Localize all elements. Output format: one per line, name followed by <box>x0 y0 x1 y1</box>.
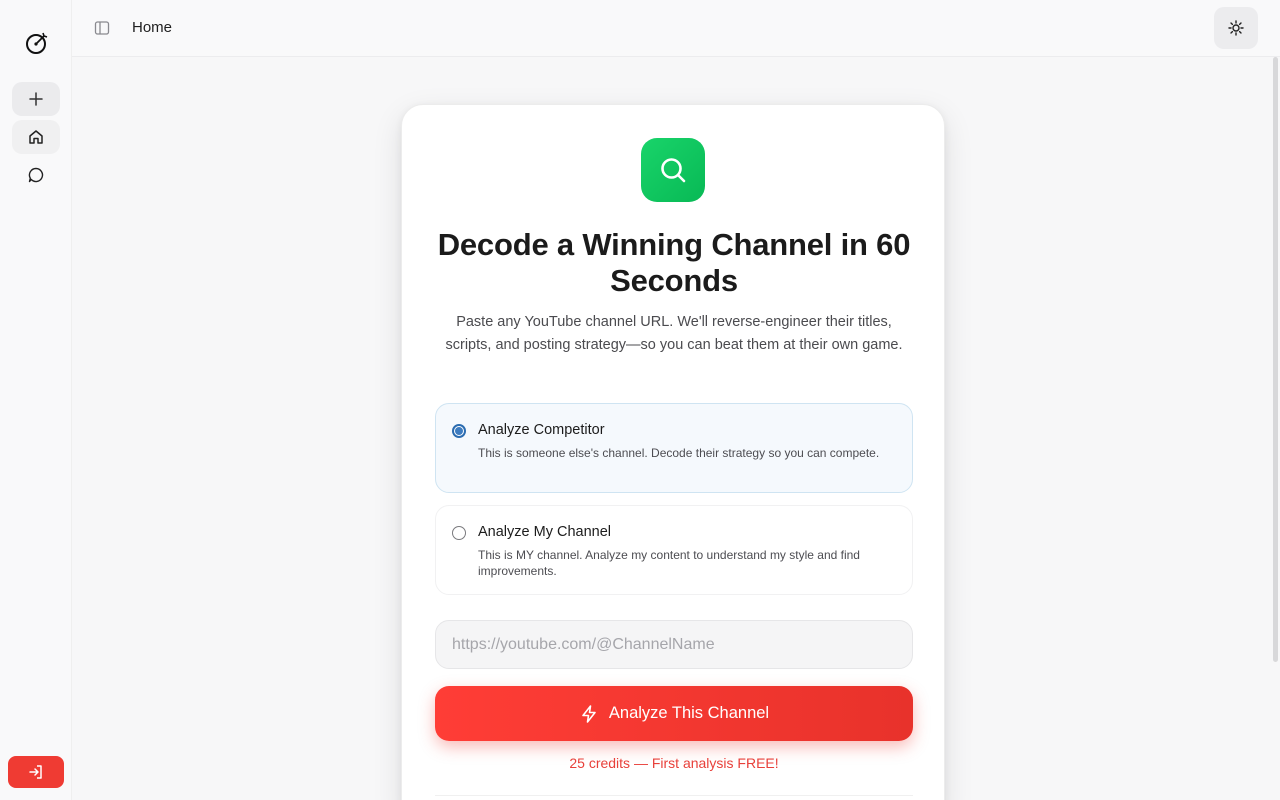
lightning-icon <box>582 704 596 723</box>
channel-url-input[interactable] <box>435 620 913 669</box>
home-icon <box>29 130 43 144</box>
plus-icon <box>29 92 43 106</box>
credits-note: 25 credits — First analysis FREE! <box>569 755 779 771</box>
search-icon <box>641 138 705 202</box>
option-analyze-my-channel[interactable]: Analyze My Channel This is MY channel. A… <box>435 505 913 595</box>
option-description: This is MY channel. Analyze my content t… <box>478 548 860 578</box>
logo-icon[interactable] <box>24 30 50 56</box>
toggle-sidebar-button[interactable] <box>94 20 110 36</box>
scrollbar[interactable] <box>1273 57 1278 662</box>
analyze-channel-button[interactable]: Analyze This Channel <box>435 686 913 741</box>
sign-in-button[interactable] <box>8 756 64 788</box>
page-subtitle: Paste any YouTube channel URL. We'll rev… <box>445 314 903 353</box>
analyze-card: Decode a Winning Channel in 60 Seconds P… <box>401 104 945 800</box>
radio-analyze-competitor[interactable] <box>452 424 466 438</box>
option-description: This is someone else's channel. Decode t… <box>478 446 880 460</box>
sidebar <box>0 0 72 800</box>
topbar: Home <box>72 0 1280 57</box>
radio-analyze-my-channel[interactable] <box>452 526 466 540</box>
sidebar-panel-icon <box>94 21 110 35</box>
theme-toggle-button[interactable] <box>1214 7 1258 49</box>
analyze-channel-label: Analyze This Channel <box>608 704 770 722</box>
sun-icon <box>1228 20 1244 36</box>
page-title: Decode a Winning Channel in 60 Seconds <box>437 227 911 298</box>
option-analyze-competitor[interactable]: Analyze Competitor This is someone else'… <box>435 403 913 493</box>
option-title: Analyze My Channel <box>478 524 611 540</box>
breadcrumb: Home <box>132 19 173 36</box>
chat-bubble-icon <box>28 167 44 183</box>
divider <box>435 795 913 796</box>
sidebar-item-home[interactable] <box>12 120 60 154</box>
sidebar-item-chat[interactable] <box>12 158 60 192</box>
sign-in-icon <box>29 765 42 779</box>
new-analysis-button[interactable] <box>12 82 60 116</box>
option-title: Analyze Competitor <box>478 422 605 438</box>
